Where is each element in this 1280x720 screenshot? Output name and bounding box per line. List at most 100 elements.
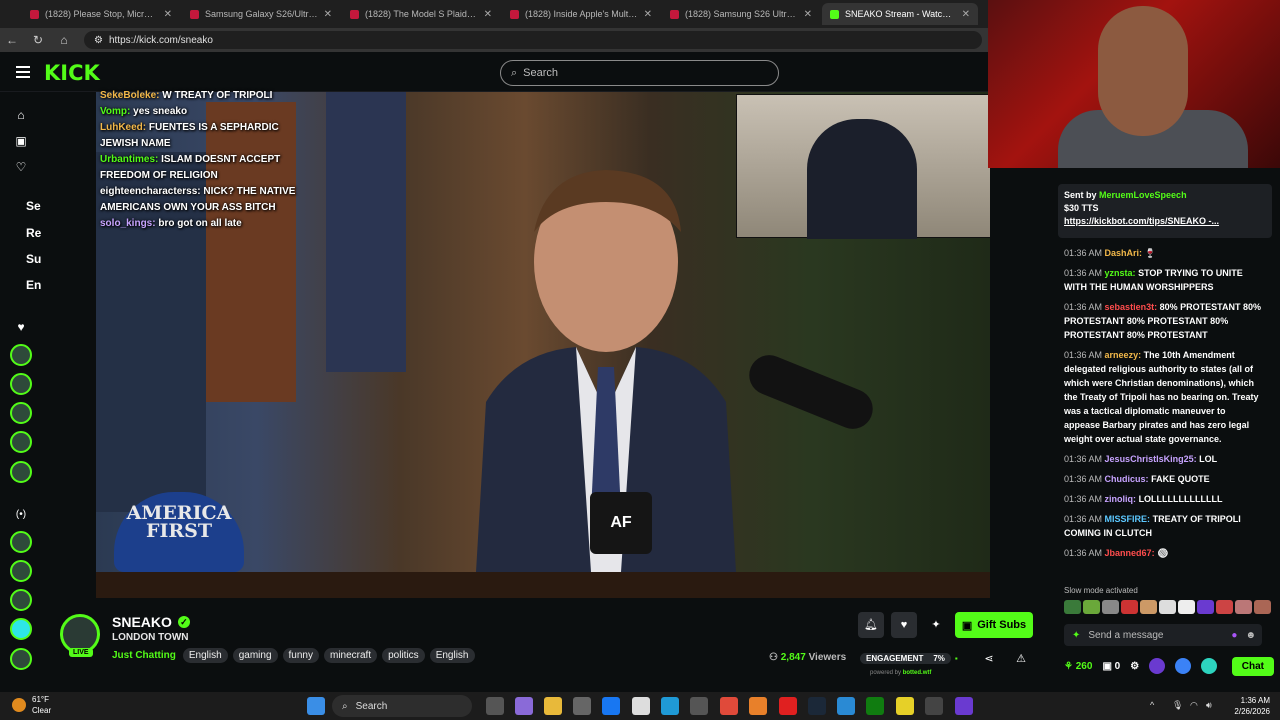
facebook-icon[interactable]	[602, 697, 620, 715]
recommended-channel-avatar[interactable]	[10, 531, 32, 553]
obs-icon[interactable]	[925, 697, 943, 715]
mic-icon[interactable]: 🎙︎	[1172, 700, 1183, 711]
followed-channel-avatar[interactable]	[10, 431, 32, 453]
chat-messages: 01:36 AM DashAri: 🍷 01:36 AM yznsta: STO…	[1064, 246, 1264, 566]
browser-tab[interactable]: (1828) The Model S Plaid Walked...✕	[342, 3, 500, 25]
emoji-icon[interactable]: ☻	[1245, 630, 1256, 641]
recommended-channel-avatar[interactable]	[10, 618, 32, 640]
tip-link[interactable]: https://kickbot.com/tips/SNEAKO -...	[1064, 216, 1266, 226]
kick-emote-icon[interactable]: ●	[1231, 630, 1237, 641]
page-info-icon[interactable]: ⚙	[94, 35, 103, 46]
follow-heart-button[interactable]: ♥	[891, 612, 917, 638]
file-explorer-icon[interactable]	[544, 697, 562, 715]
emote-icon[interactable]	[1197, 600, 1214, 614]
tag[interactable]: gaming	[232, 648, 278, 663]
amazon-icon[interactable]	[632, 697, 650, 715]
chart-icon: ▪	[954, 653, 958, 663]
task-view-icon[interactable]	[486, 697, 504, 715]
gift-subs-button[interactable]: ▣ Gift Subs	[955, 612, 1033, 638]
tag[interactable]: minecraft	[323, 648, 378, 663]
following-icon[interactable]: ♡	[14, 160, 28, 174]
emote-icon[interactable]	[1102, 600, 1119, 614]
home-icon[interactable]: ⌂	[58, 33, 70, 47]
close-tab-icon[interactable]: ✕	[644, 9, 652, 20]
7tv-icon[interactable]	[1149, 658, 1166, 674]
chrome-icon[interactable]	[720, 697, 738, 715]
chat-send-button[interactable]: Chat	[1231, 656, 1274, 676]
url-field[interactable]: ⚙ https://kick.com/sneako	[84, 31, 982, 49]
gif-icon[interactable]	[1175, 658, 1192, 674]
settings-icon[interactable]: ⚙	[1130, 661, 1139, 672]
app-icon[interactable]	[955, 697, 973, 715]
pinned-message[interactable]: Sent by MeruemLoveSpeech $30 TTS https:/…	[1058, 184, 1272, 238]
tag[interactable]: English	[429, 648, 475, 663]
start-icon[interactable]	[307, 697, 325, 715]
browser-tab[interactable]: (1828) Inside Apple's Multibillion...✕	[502, 3, 660, 25]
app-icon[interactable]	[837, 697, 855, 715]
recommended-channel-avatar[interactable]	[10, 560, 32, 582]
share-icon[interactable]: ⋖	[976, 646, 1002, 672]
edge-icon[interactable]	[661, 697, 679, 715]
browser-tab[interactable]: Samsung Galaxy S26/Ultra Impre...✕	[182, 3, 340, 25]
close-tab-icon[interactable]: ✕	[484, 9, 492, 20]
taskbar-search[interactable]: ⌕ Search	[332, 695, 472, 717]
tray-expand-icon[interactable]: ^	[1150, 700, 1154, 710]
emote-icon[interactable]	[1178, 600, 1195, 614]
followed-channel-avatar[interactable]	[10, 461, 32, 483]
wifi-icon[interactable]: ◠	[1190, 700, 1198, 711]
emote-icon[interactable]	[1083, 600, 1100, 614]
followed-channel-avatar[interactable]	[10, 344, 32, 366]
close-tab-icon[interactable]: ✕	[164, 9, 172, 20]
emote-icon[interactable]	[1254, 600, 1271, 614]
tag[interactable]: English	[182, 648, 228, 663]
emote-icon[interactable]	[1121, 600, 1138, 614]
emote-icon[interactable]	[1235, 600, 1252, 614]
reload-icon[interactable]: ↻	[32, 33, 44, 47]
points-count[interactable]: ⚘ 260	[1064, 661, 1092, 672]
emote-icon[interactable]	[1064, 600, 1081, 614]
recommended-channel-avatar[interactable]	[10, 589, 32, 611]
kick-icon	[830, 9, 839, 19]
back-icon[interactable]: ←	[6, 33, 18, 47]
tag[interactable]: politics	[382, 648, 425, 663]
store-icon[interactable]	[573, 697, 591, 715]
vlc-icon[interactable]	[749, 697, 767, 715]
close-tab-icon[interactable]: ✕	[324, 9, 332, 20]
browser-tab[interactable]: (1828) Please Stop, Microsoft... - Y✕	[22, 3, 180, 25]
browser-tab-active[interactable]: SNEAKO Stream - Watch Live ✕	[822, 3, 978, 25]
kick-logo[interactable]: KICK	[44, 61, 100, 85]
home-icon[interactable]: ⌂	[14, 108, 28, 122]
followed-channel-avatar[interactable]	[10, 373, 32, 395]
extension-icon[interactable]	[1201, 658, 1218, 674]
browse-icon[interactable]: ▣	[14, 134, 28, 148]
search-input[interactable]: ⌕ Search	[500, 60, 779, 86]
viewer-count: ⚇ 2,847 Viewers	[769, 652, 847, 663]
tag[interactable]: funny	[282, 648, 319, 663]
calculator-icon[interactable]	[690, 697, 708, 715]
youtube-icon[interactable]	[779, 697, 797, 715]
clock[interactable]: 1:36 AM 2/26/2026	[1224, 695, 1270, 717]
notification-bell-button[interactable]: 🔔︎	[858, 612, 884, 638]
sparkle-button[interactable]: ✦	[923, 612, 949, 638]
send-message-input[interactable]: ✦ Send a message ● ☻	[1064, 624, 1262, 646]
xbox-icon[interactable]	[866, 697, 884, 715]
emote-icon[interactable]	[1159, 600, 1176, 614]
weather-widget[interactable]: 61°F Clear	[12, 694, 51, 716]
category-link[interactable]: Just Chatting	[112, 650, 176, 661]
volume-icon[interactable]: 🔊︎	[1206, 700, 1212, 711]
recommended-channel-avatar[interactable]	[10, 648, 32, 670]
gift-count[interactable]: ▣ 0	[1102, 661, 1120, 672]
powered-by: powered by botted.wtf	[870, 670, 932, 676]
close-tab-icon[interactable]: ✕	[804, 9, 812, 20]
emote-icon[interactable]	[1216, 600, 1233, 614]
report-icon[interactable]: ⚠	[1008, 646, 1034, 672]
emote-icon[interactable]	[1140, 600, 1157, 614]
steam-icon[interactable]	[808, 697, 826, 715]
notes-icon[interactable]	[896, 697, 914, 715]
browser-tab[interactable]: (1828) Samsung S26 Ultra Hands...✕	[662, 3, 820, 25]
followed-channel-avatar[interactable]	[10, 402, 32, 424]
streamer-name[interactable]: SNEAKO	[112, 614, 172, 630]
copilot-icon[interactable]	[515, 697, 533, 715]
menu-icon[interactable]	[16, 66, 30, 78]
close-tab-icon[interactable]: ✕	[962, 9, 970, 20]
